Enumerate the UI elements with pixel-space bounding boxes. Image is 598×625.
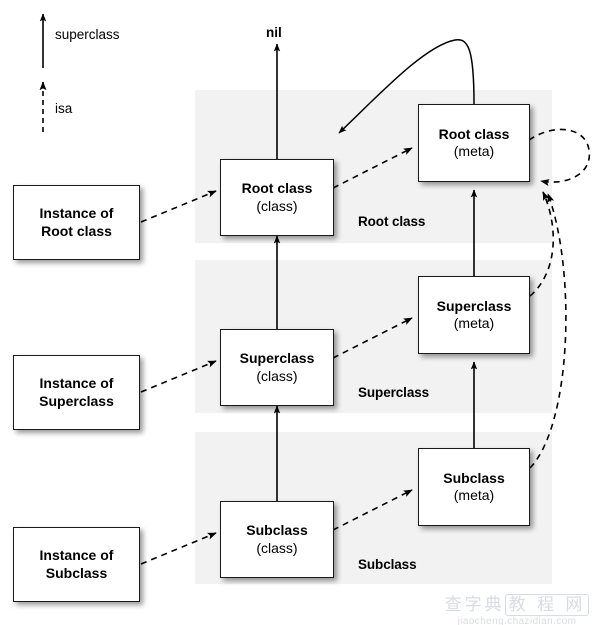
node-superclass-class[interactable]: Superclass (class) [220,329,334,406]
lane-label-subclass: Subclass [358,557,417,572]
watermark-chinese-left: 查字典 [444,595,505,615]
node-line2: (meta) [453,487,495,503]
lane-label-root: Root class [358,214,426,229]
watermark: 查字典教 程 网 jiaocheng.chazidian.com [441,590,593,625]
node-line1: Root class [438,125,510,142]
node-line1: Subclass [443,469,505,486]
node-instance-of-superclass[interactable]: Instance of Superclass [13,355,140,430]
node-line2: (meta) [453,143,495,159]
legend-superclass-label: superclass [55,27,120,42]
lane-label-superclass: Superclass [358,385,430,400]
node-line1: Instance of [39,375,114,392]
node-line2: Root class [41,222,112,239]
node-line2: (class) [256,539,298,556]
node-root-class-meta[interactable]: Root class (meta) [418,104,530,182]
node-line2: (class) [256,197,298,214]
node-line2: (meta) [453,315,495,331]
watermark-url: jiaocheng.chazidian.com [457,616,577,625]
nil-label: nil [266,25,282,40]
node-instance-of-root-class[interactable]: Instance of Root class [13,185,140,260]
node-line1: Subclass [246,522,308,539]
watermark-chinese: 查字典教 程 网 [441,590,593,616]
node-line2: (class) [256,367,298,384]
node-line1: Superclass [239,350,315,367]
node-line1: Instance of [39,205,114,222]
node-line2: Subclass [45,564,108,581]
node-superclass-meta[interactable]: Superclass (meta) [418,276,530,354]
watermark-chinese-right: 教 程 网 [504,594,590,616]
diagram-canvas: Root class Superclass Subclass superclas… [0,0,598,625]
node-line1: Root class [241,180,313,197]
node-line1: Superclass [436,297,512,314]
node-root-class[interactable]: Root class (class) [220,159,334,236]
node-instance-of-subclass[interactable]: Instance of Subclass [13,527,140,602]
node-subclass-meta[interactable]: Subclass (meta) [418,448,530,526]
node-line1: Instance of [39,547,114,564]
legend-isa-label: isa [55,101,73,116]
node-line2: Superclass [39,392,114,409]
node-subclass-class[interactable]: Subclass (class) [220,501,334,578]
